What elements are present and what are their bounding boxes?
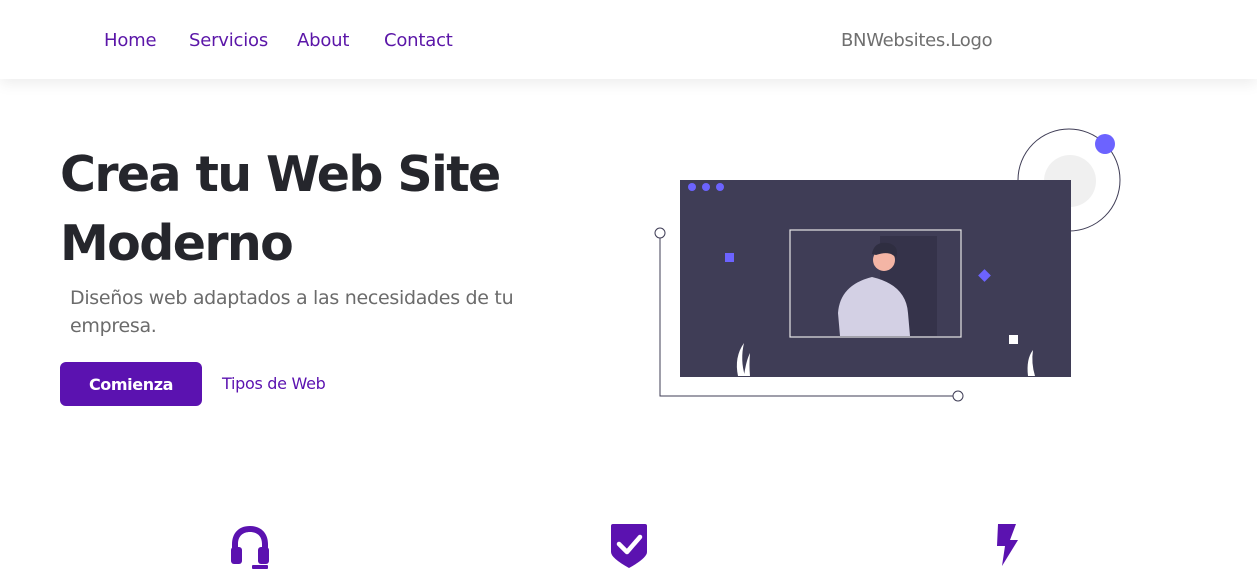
nav-link-about[interactable]: About — [297, 30, 349, 51]
window-dot — [688, 183, 696, 191]
headset-icon — [231, 526, 269, 569]
window-dot — [716, 183, 724, 191]
navbar: Home Servicios About Contact BNWebsites.… — [0, 0, 1257, 79]
nav-link-servicios[interactable]: Servicios — [189, 30, 268, 51]
site-logo[interactable]: BNWebsites.Logo — [841, 30, 993, 51]
connector-node — [654, 227, 666, 239]
tipos-de-web-link[interactable]: Tipos de Web — [222, 374, 326, 393]
nav-link-home[interactable]: Home — [104, 30, 157, 51]
comienza-button[interactable]: Comienza — [60, 362, 202, 406]
deco-square-white — [1009, 335, 1018, 344]
deco-square — [725, 253, 734, 262]
website-profile-illustration — [654, 128, 1121, 402]
lightning-bolt-icon — [997, 524, 1018, 566]
hero-subtitle: Diseños web adaptados a las necesidades … — [70, 287, 514, 337]
connector-node — [952, 390, 964, 402]
hero-title: Crea tu Web Site Moderno — [60, 146, 501, 272]
window-dot — [702, 183, 710, 191]
orbit-dot — [1095, 134, 1115, 154]
nav-link-contact[interactable]: Contact — [384, 30, 453, 51]
shield-check-icon — [611, 524, 647, 568]
